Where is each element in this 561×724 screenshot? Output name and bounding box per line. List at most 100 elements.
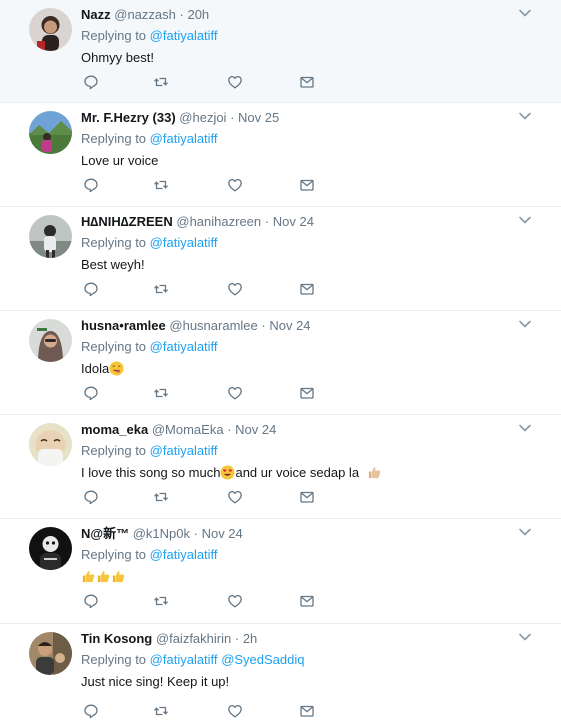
chevron-down-icon[interactable] xyxy=(518,317,532,331)
heart-icon[interactable] xyxy=(227,593,243,609)
timestamp[interactable]: Nov 24 xyxy=(235,422,276,437)
reply-icon[interactable] xyxy=(83,703,99,719)
mention-link[interactable]: @fatiyalatiff xyxy=(150,131,218,146)
display-name[interactable]: husna•ramlee xyxy=(81,318,166,333)
chevron-down-icon[interactable] xyxy=(518,213,532,227)
tweet-header: husna•ramlee @husnaramlee · Nov 24 xyxy=(81,317,311,335)
avatar[interactable] xyxy=(29,8,72,51)
tweet-reply[interactable]: moma_eka @MomaEka · Nov 24 Replying to @… xyxy=(0,415,561,519)
envelope-icon[interactable] xyxy=(299,74,315,90)
heart-icon[interactable] xyxy=(227,177,243,193)
mention-link[interactable]: @fatiyalatiff xyxy=(150,547,218,562)
tweet-reply[interactable]: husna•ramlee @husnaramlee · Nov 24 Reply… xyxy=(0,311,561,415)
avatar[interactable] xyxy=(29,527,72,570)
replying-label: Replying to xyxy=(81,131,147,146)
heart-eyes-emoji-icon xyxy=(220,465,235,480)
envelope-icon[interactable] xyxy=(299,489,315,505)
timestamp[interactable]: 2h xyxy=(243,631,257,646)
retweet-icon[interactable] xyxy=(153,593,169,609)
mention-link[interactable]: @SyedSaddiq xyxy=(221,652,304,667)
tweet-text xyxy=(81,568,126,586)
retweet-icon[interactable] xyxy=(153,177,169,193)
reply-icon[interactable] xyxy=(83,177,99,193)
reply-icon[interactable] xyxy=(83,593,99,609)
chevron-down-icon[interactable] xyxy=(518,109,532,123)
reply-icon[interactable] xyxy=(83,74,99,90)
separator-dot: · xyxy=(193,526,198,541)
tweet-header: Tin Kosong @faizfakhirin · 2h xyxy=(81,630,257,648)
heart-icon[interactable] xyxy=(227,385,243,401)
retweet-icon[interactable] xyxy=(153,489,169,505)
mention-link[interactable]: @fatiyalatiff xyxy=(150,443,218,458)
envelope-icon[interactable] xyxy=(299,281,315,297)
mention-link[interactable]: @fatiyalatiff xyxy=(150,339,218,354)
timestamp[interactable]: 20h xyxy=(187,7,209,22)
reply-icon[interactable] xyxy=(83,281,99,297)
heart-icon[interactable] xyxy=(227,489,243,505)
tweet-header: moma_eka @MomaEka · Nov 24 xyxy=(81,421,276,439)
username[interactable]: @k1Np0k xyxy=(133,526,190,541)
avatar[interactable] xyxy=(29,215,72,258)
heart-icon[interactable] xyxy=(227,281,243,297)
avatar[interactable] xyxy=(29,632,72,675)
heart-icon[interactable] xyxy=(227,74,243,90)
chevron-down-icon[interactable] xyxy=(518,421,532,435)
username[interactable]: @MomaEka xyxy=(152,422,224,437)
replying-to: Replying to @fatiyalatiff xyxy=(81,234,218,252)
separator-dot: · xyxy=(230,110,235,125)
reply-icon[interactable] xyxy=(83,489,99,505)
chevron-down-icon[interactable] xyxy=(518,630,532,644)
thumbs-up-emoji-icon xyxy=(82,571,95,583)
replying-to: Replying to @fatiyalatiff xyxy=(81,442,218,460)
username[interactable]: @faizfakhirin xyxy=(156,631,231,646)
mention-link[interactable]: @fatiyalatiff xyxy=(150,652,218,667)
tweet-actions xyxy=(83,177,323,193)
chevron-down-icon[interactable] xyxy=(518,525,532,539)
tweet-text: Just nice sing! Keep it up! xyxy=(81,674,230,689)
replying-to: Replying to @fatiyalatiff @SyedSaddiq xyxy=(81,651,305,669)
envelope-icon[interactable] xyxy=(299,593,315,609)
tweet-text: Love ur voice xyxy=(81,153,159,168)
envelope-icon[interactable] xyxy=(299,177,315,193)
tweet-text: Idola xyxy=(81,360,124,378)
display-name[interactable]: moma_eka xyxy=(81,422,148,437)
display-name[interactable]: H∆NIH∆ZREEN xyxy=(81,214,173,229)
chevron-down-icon[interactable] xyxy=(518,6,532,20)
timestamp[interactable]: Nov 24 xyxy=(273,214,314,229)
replying-label: Replying to xyxy=(81,443,147,458)
username[interactable]: @husnaramlee xyxy=(169,318,257,333)
tweet-reply[interactable]: N@新™ @k1Np0k · Nov 24 Replying to @fatiy… xyxy=(0,519,561,624)
avatar[interactable] xyxy=(29,111,72,154)
tweet-actions xyxy=(83,74,323,90)
thumbs-up-emoji-icon xyxy=(368,467,380,479)
retweet-icon[interactable] xyxy=(153,74,169,90)
envelope-icon[interactable] xyxy=(299,385,315,401)
display-name[interactable]: Tin Kosong xyxy=(81,631,152,646)
thumbs-up-emoji-icon xyxy=(112,571,125,583)
tweet-text: Ohmyy best! xyxy=(81,50,154,65)
display-name[interactable]: Nazz xyxy=(81,7,111,22)
tweet-reply[interactable]: Tin Kosong @faizfakhirin · 2h Replying t… xyxy=(0,624,561,724)
timestamp[interactable]: Nov 24 xyxy=(269,318,310,333)
retweet-icon[interactable] xyxy=(153,703,169,719)
display-name[interactable]: N@新™ xyxy=(81,526,129,541)
display-name[interactable]: Mr. F.Hezry (33) xyxy=(81,110,176,125)
tweet-reply[interactable]: H∆NIH∆ZREEN @hanihazreen · Nov 24 Replyi… xyxy=(0,207,561,311)
username[interactable]: @hanihazreen xyxy=(176,214,261,229)
envelope-icon[interactable] xyxy=(299,703,315,719)
tweet-reply[interactable]: Nazz @nazzash · 20h Replying to @fatiyal… xyxy=(0,0,561,103)
mention-link[interactable]: @fatiyalatiff xyxy=(150,235,218,250)
tweet-reply[interactable]: Mr. F.Hezry (33) @hezjoi · Nov 25 Replyi… xyxy=(0,103,561,207)
heart-icon[interactable] xyxy=(227,703,243,719)
separator-dot: · xyxy=(264,214,270,229)
avatar[interactable] xyxy=(29,423,72,466)
username[interactable]: @nazzash xyxy=(114,7,176,22)
username[interactable]: @hezjoi xyxy=(179,110,226,125)
mention-link[interactable]: @fatiyalatiff xyxy=(150,28,218,43)
retweet-icon[interactable] xyxy=(153,281,169,297)
reply-icon[interactable] xyxy=(83,385,99,401)
avatar[interactable] xyxy=(29,319,72,362)
timestamp[interactable]: Nov 25 xyxy=(238,110,279,125)
retweet-icon[interactable] xyxy=(153,385,169,401)
timestamp[interactable]: Nov 24 xyxy=(202,526,243,541)
